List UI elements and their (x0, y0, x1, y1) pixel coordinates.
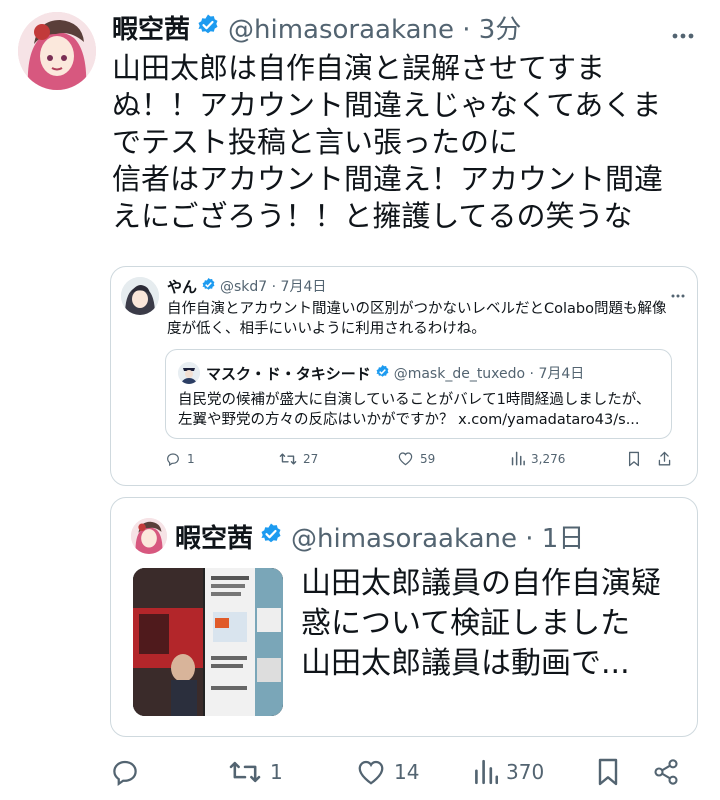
quoted-author-handle-time[interactable]: @himasoraakane · 1日 (291, 518, 584, 555)
quoted-views-button[interactable]: 3,276 (511, 451, 565, 466)
like-count: 14 (394, 760, 420, 784)
author-avatar[interactable] (18, 12, 96, 90)
author-name[interactable]: 暇空茜 (112, 9, 190, 46)
heart-icon (398, 452, 413, 466)
quoted-tweet-text: 山田太郎議員の自作自演疑 惑について検証しました 山田太郎議員は動画で... (301, 564, 661, 684)
quoted-author-avatar[interactable] (121, 277, 159, 315)
quoted-text-line: 自作自演とアカウント間違いの区別がつかないレベルだとColabo問題も解像 (167, 301, 667, 317)
avatar-illustration (131, 518, 167, 554)
quoted-author-avatar[interactable] (131, 518, 167, 554)
quoted-reply-count: 1 (187, 452, 195, 466)
quoted-author-name[interactable]: やん (167, 276, 197, 297)
views-chart-icon (475, 759, 498, 785)
nested-author-avatar[interactable] (178, 362, 200, 384)
tweet-text: 山田太郎は自作自演と誤解させてすま ぬ！！アカウント間違えじゃなくてあくま でテ… (112, 50, 708, 235)
quoted-action-bar: 1 27 59 3,276 (165, 451, 675, 471)
tweet-text-line: えにござろう！！と擁護してるの笑うな (112, 199, 633, 233)
quoted-more-options-icon[interactable] (671, 283, 685, 302)
tweet-text-line: 信者はアカウント間違え！アカウント間違 (112, 162, 664, 196)
quoted-like-button[interactable]: 59 (397, 451, 435, 466)
views-count: 370 (506, 760, 545, 784)
quoted-retweet-button[interactable]: 27 (279, 451, 318, 467)
quoted-tweet[interactable]: やん @skd7 · 7月4日 自作自演とアカウント間違いの区別がつかないレベル… (110, 266, 698, 486)
quoted-text-line: 山田太郎議員は動画で... (301, 646, 630, 681)
heart-icon (358, 760, 384, 785)
quoted-share-button[interactable] (657, 451, 678, 467)
quoted-header: 暇空茜 @himasoraakane · 1日 (175, 518, 584, 554)
tweet-text-line: 山田太郎は自作自演と誤解させてすま (112, 51, 606, 85)
avatar-illustration (18, 12, 96, 90)
quoted-media-thumbnail[interactable]: 山田 (133, 568, 283, 716)
nested-author-name[interactable]: マスク・ド・タキシード (206, 363, 371, 384)
nested-text-line: 左翼や野党の方々の反応はいかがですか？ x.com/yamadataro43/s… (178, 412, 640, 428)
quoted-views-count: 3,276 (531, 451, 566, 466)
quoted-header: やん @skd7 · 7月4日 (167, 275, 326, 297)
verified-badge-icon (375, 364, 390, 383)
retweet-button[interactable]: 1 (228, 752, 283, 792)
verified-badge-icon (196, 13, 220, 41)
quoted-reply-button[interactable]: 1 (165, 451, 195, 467)
video-collage-image: 山田 (133, 568, 283, 716)
quoted-text-line: 山田太郎議員の自作自演疑 (301, 566, 661, 601)
quoted-retweet-count: 27 (303, 452, 319, 466)
retweet-count: 1 (270, 760, 283, 784)
bookmark-icon (628, 451, 640, 467)
quoted-tweet-secondary[interactable]: 暇空茜 @himasoraakane · 1日 山田太郎議員の自作自演疑 惑につ… (110, 497, 698, 737)
more-options-icon[interactable] (672, 24, 694, 39)
quoted-author-name[interactable]: 暇空茜 (175, 518, 253, 555)
tweet-action-bar: 1 14 370 (0, 752, 720, 792)
tweet-text-line: ぬ！！アカウント間違えじゃなくてあくま (112, 88, 662, 122)
nested-quoted-tweet[interactable]: マスク・ド・タキシード @mask_de_tuxedo · 7月4日 自民党の候… (165, 349, 672, 439)
reply-icon (167, 453, 179, 467)
share-button[interactable] (652, 752, 688, 792)
tweet-header: 暇空茜 @himasoraakane · 3分 (112, 8, 521, 46)
author-handle-time[interactable]: @himasoraakane · 3分 (228, 9, 521, 46)
views-button[interactable]: 370 (474, 752, 544, 792)
nested-author-handle-time[interactable]: @mask_de_tuxedo · 7月4日 (394, 363, 585, 383)
retweet-icon (229, 761, 261, 783)
quoted-tweet-text: 自作自演とアカウント間違いの区別がつかないレベルだとColabo問題も解像 度が… (167, 299, 666, 339)
quoted-author-handle-time[interactable]: @skd7 · 7月4日 (220, 276, 326, 296)
share-icon (658, 451, 671, 466)
share-icon (654, 759, 678, 785)
reply-icon (113, 760, 137, 787)
nested-tweet-text: 自民党の候補が盛大に自演していることがバレて1時間経過しましたが、 左翼や野党の… (178, 390, 651, 430)
tweet-text-line: でテスト投稿と言い張ったのに (112, 125, 519, 159)
quoted-like-count: 59 (420, 451, 436, 466)
views-chart-icon (511, 451, 525, 466)
verified-badge-icon (201, 277, 216, 296)
quoted-text-line: 惑について検証しました (301, 606, 631, 641)
nested-header: マスク・ド・タキシード @mask_de_tuxedo · 7月4日 (206, 362, 584, 384)
bookmark-icon (598, 758, 618, 786)
retweet-icon (279, 453, 297, 465)
quoted-text-line: 度が低く、相手にいいように利用されるわけね。 (167, 321, 486, 337)
quoted-bookmark-button[interactable] (627, 451, 647, 467)
reply-button[interactable] (110, 752, 148, 792)
like-button[interactable]: 14 (356, 752, 419, 792)
avatar-illustration (121, 277, 159, 315)
nested-text-line: 自民党の候補が盛大に自演していることがバレて1時間経過しましたが、 (178, 392, 651, 408)
avatar-illustration (178, 362, 200, 384)
bookmark-button[interactable] (596, 752, 628, 792)
verified-badge-icon (259, 522, 283, 550)
